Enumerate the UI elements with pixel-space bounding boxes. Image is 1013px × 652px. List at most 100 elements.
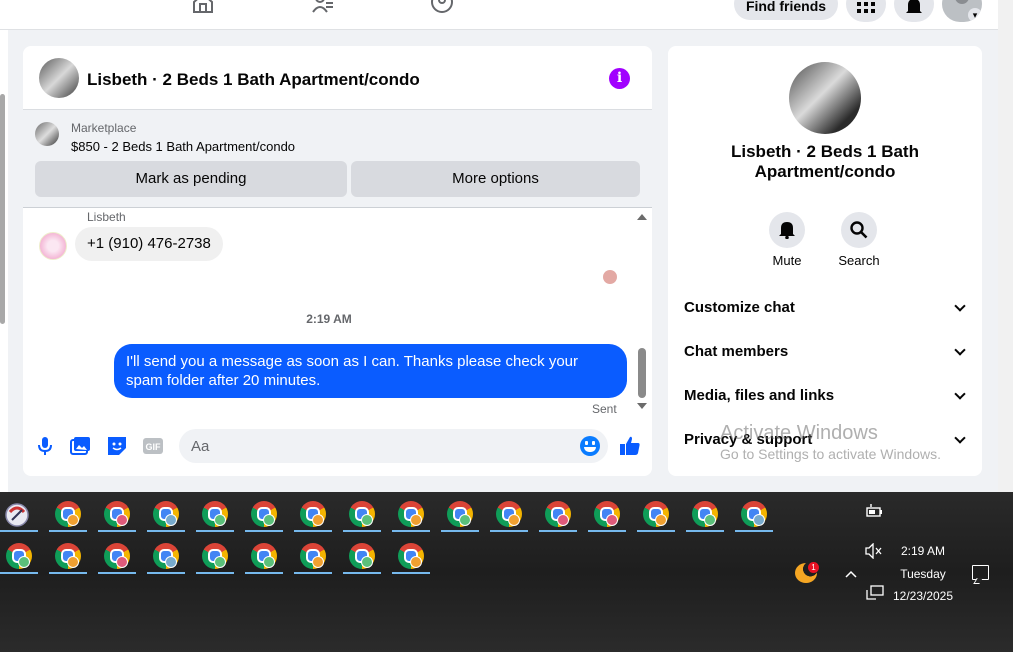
section-label: Media, files and links [684, 387, 835, 404]
active-indicator [490, 530, 528, 532]
chrome-profile-icon[interactable] [686, 498, 724, 532]
active-indicator [196, 572, 234, 574]
mute-button[interactable]: Mute [757, 212, 817, 268]
profile-badge [459, 514, 471, 526]
message-composer: GIF [23, 426, 652, 466]
chrome-profile-icon[interactable] [147, 498, 185, 532]
notification-center-icon[interactable] [972, 565, 989, 580]
chevron-down-icon [954, 388, 966, 400]
customize-chat-section[interactable]: Customize chat [684, 293, 966, 323]
profile-badge [655, 514, 667, 526]
message-status: Sent [592, 402, 617, 416]
top-navigation: Find friends ▾ [0, 0, 1013, 30]
active-indicator [49, 530, 87, 532]
chrome-profile-icon[interactable] [196, 540, 234, 574]
photo-icon[interactable] [69, 434, 93, 458]
sender-name: Lisbeth [87, 210, 126, 224]
chat-members-section[interactable]: Chat members [684, 337, 966, 367]
scroll-thumb[interactable] [0, 94, 5, 324]
chrome-profile-icon[interactable] [49, 540, 87, 574]
message-input[interactable] [179, 429, 608, 463]
chrome-profile-icon[interactable] [49, 498, 87, 532]
info-icon[interactable]: i [609, 68, 630, 89]
bell-icon [769, 212, 805, 248]
scroll-up-icon[interactable] [637, 214, 647, 220]
chat-title[interactable]: Lisbeth · 2 Beds 1 Bath Apartment/condo [87, 70, 420, 90]
chat-header: Lisbeth · 2 Beds 1 Bath Apartment/condo … [23, 46, 652, 110]
message-timestamp: 2:19 AM [306, 312, 352, 326]
profile-badge [116, 556, 128, 568]
chrome-profile-icon[interactable] [539, 498, 577, 532]
battery-icon[interactable] [866, 503, 884, 522]
active-indicator [588, 530, 626, 532]
active-indicator [294, 572, 332, 574]
active-indicator [441, 530, 479, 532]
chrome-profile-icon[interactable] [147, 540, 185, 574]
home-icon[interactable] [191, 0, 215, 14]
chevron-down-icon [954, 344, 966, 356]
app-icon[interactable] [0, 498, 38, 532]
conversation-info-panel: Lisbeth · 2 Beds 1 Bath Apartment/condo … [668, 46, 982, 476]
active-indicator [0, 530, 38, 532]
chrome-profile-icon[interactable] [343, 540, 381, 574]
chrome-profile-icon[interactable] [294, 540, 332, 574]
profile-badge [557, 514, 569, 526]
active-indicator [98, 530, 136, 532]
chrome-profile-icon[interactable] [343, 498, 381, 532]
more-options-button[interactable]: More options [351, 161, 640, 197]
friends-icon[interactable] [311, 0, 335, 14]
chrome-profile-icon[interactable] [245, 498, 283, 532]
chrome-profile-icon[interactable] [392, 540, 430, 574]
chrome-profile-icon[interactable] [0, 540, 38, 574]
page-scrollbar-right[interactable] [998, 0, 1013, 492]
listing-avatar[interactable] [789, 62, 861, 134]
chrome-profile-icon[interactable] [637, 498, 675, 532]
menu-button[interactable] [846, 0, 886, 22]
chrome-profile-icon[interactable] [98, 540, 136, 574]
scroll-thumb[interactable] [638, 348, 646, 398]
outgoing-message[interactable]: I'll send you a message as soon as I can… [114, 344, 627, 398]
gif-icon[interactable]: GIF [141, 434, 165, 458]
sender-avatar[interactable] [39, 232, 67, 260]
chevron-up-icon[interactable] [845, 566, 857, 582]
profile-badge [263, 514, 275, 526]
chrome-profile-icon[interactable] [294, 498, 332, 532]
microphone-icon[interactable] [33, 434, 57, 458]
listing-thumbnail[interactable] [39, 58, 79, 98]
chrome-profile-icon[interactable] [441, 498, 479, 532]
like-thumb-icon[interactable] [618, 434, 642, 458]
message-scrollbar[interactable] [635, 208, 649, 420]
info-title: Lisbeth · 2 Beds 1 Bath Apartment/condo [731, 142, 919, 181]
incoming-message[interactable]: +1 (910) 476-2738 [75, 227, 223, 261]
chrome-profile-icon[interactable] [490, 498, 528, 532]
notifications-button[interactable] [894, 0, 934, 22]
search-label: Search [838, 253, 880, 268]
clock-time[interactable]: 2:19 AM [893, 544, 953, 558]
profile-badge [704, 514, 716, 526]
network-icon[interactable] [866, 585, 884, 604]
search-button[interactable]: Search [829, 212, 889, 268]
chrome-profile-icon[interactable] [392, 498, 430, 532]
chrome-profile-icon[interactable] [735, 498, 773, 532]
marketplace-thumbnail[interactable] [35, 122, 59, 146]
clock-date[interactable]: 12/23/2025 [888, 589, 958, 603]
scroll-down-icon[interactable] [637, 403, 647, 409]
find-friends-button[interactable]: Find friends [734, 0, 838, 20]
media-files-links-section[interactable]: Media, files and links [684, 381, 966, 411]
mark-as-pending-button[interactable]: Mark as pending [35, 161, 347, 197]
profile-badge [410, 514, 422, 526]
clock-day[interactable]: Tuesday [893, 567, 953, 581]
account-avatar[interactable]: ▾ [942, 0, 982, 22]
groups-icon[interactable] [430, 0, 454, 14]
chrome-profile-icon[interactable] [98, 498, 136, 532]
profile-badge [361, 514, 373, 526]
sticker-icon[interactable] [105, 434, 129, 458]
emoji-icon[interactable] [580, 436, 600, 456]
profile-badge [361, 556, 373, 568]
profile-badge [67, 514, 79, 526]
chrome-profile-icon[interactable] [196, 498, 234, 532]
marketplace-listing[interactable]: $850 - 2 Beds 1 Bath Apartment/condo [71, 139, 295, 154]
chrome-profile-icon[interactable] [245, 540, 283, 574]
chrome-profile-icon[interactable] [588, 498, 626, 532]
volume-muted-icon[interactable] [865, 542, 883, 562]
